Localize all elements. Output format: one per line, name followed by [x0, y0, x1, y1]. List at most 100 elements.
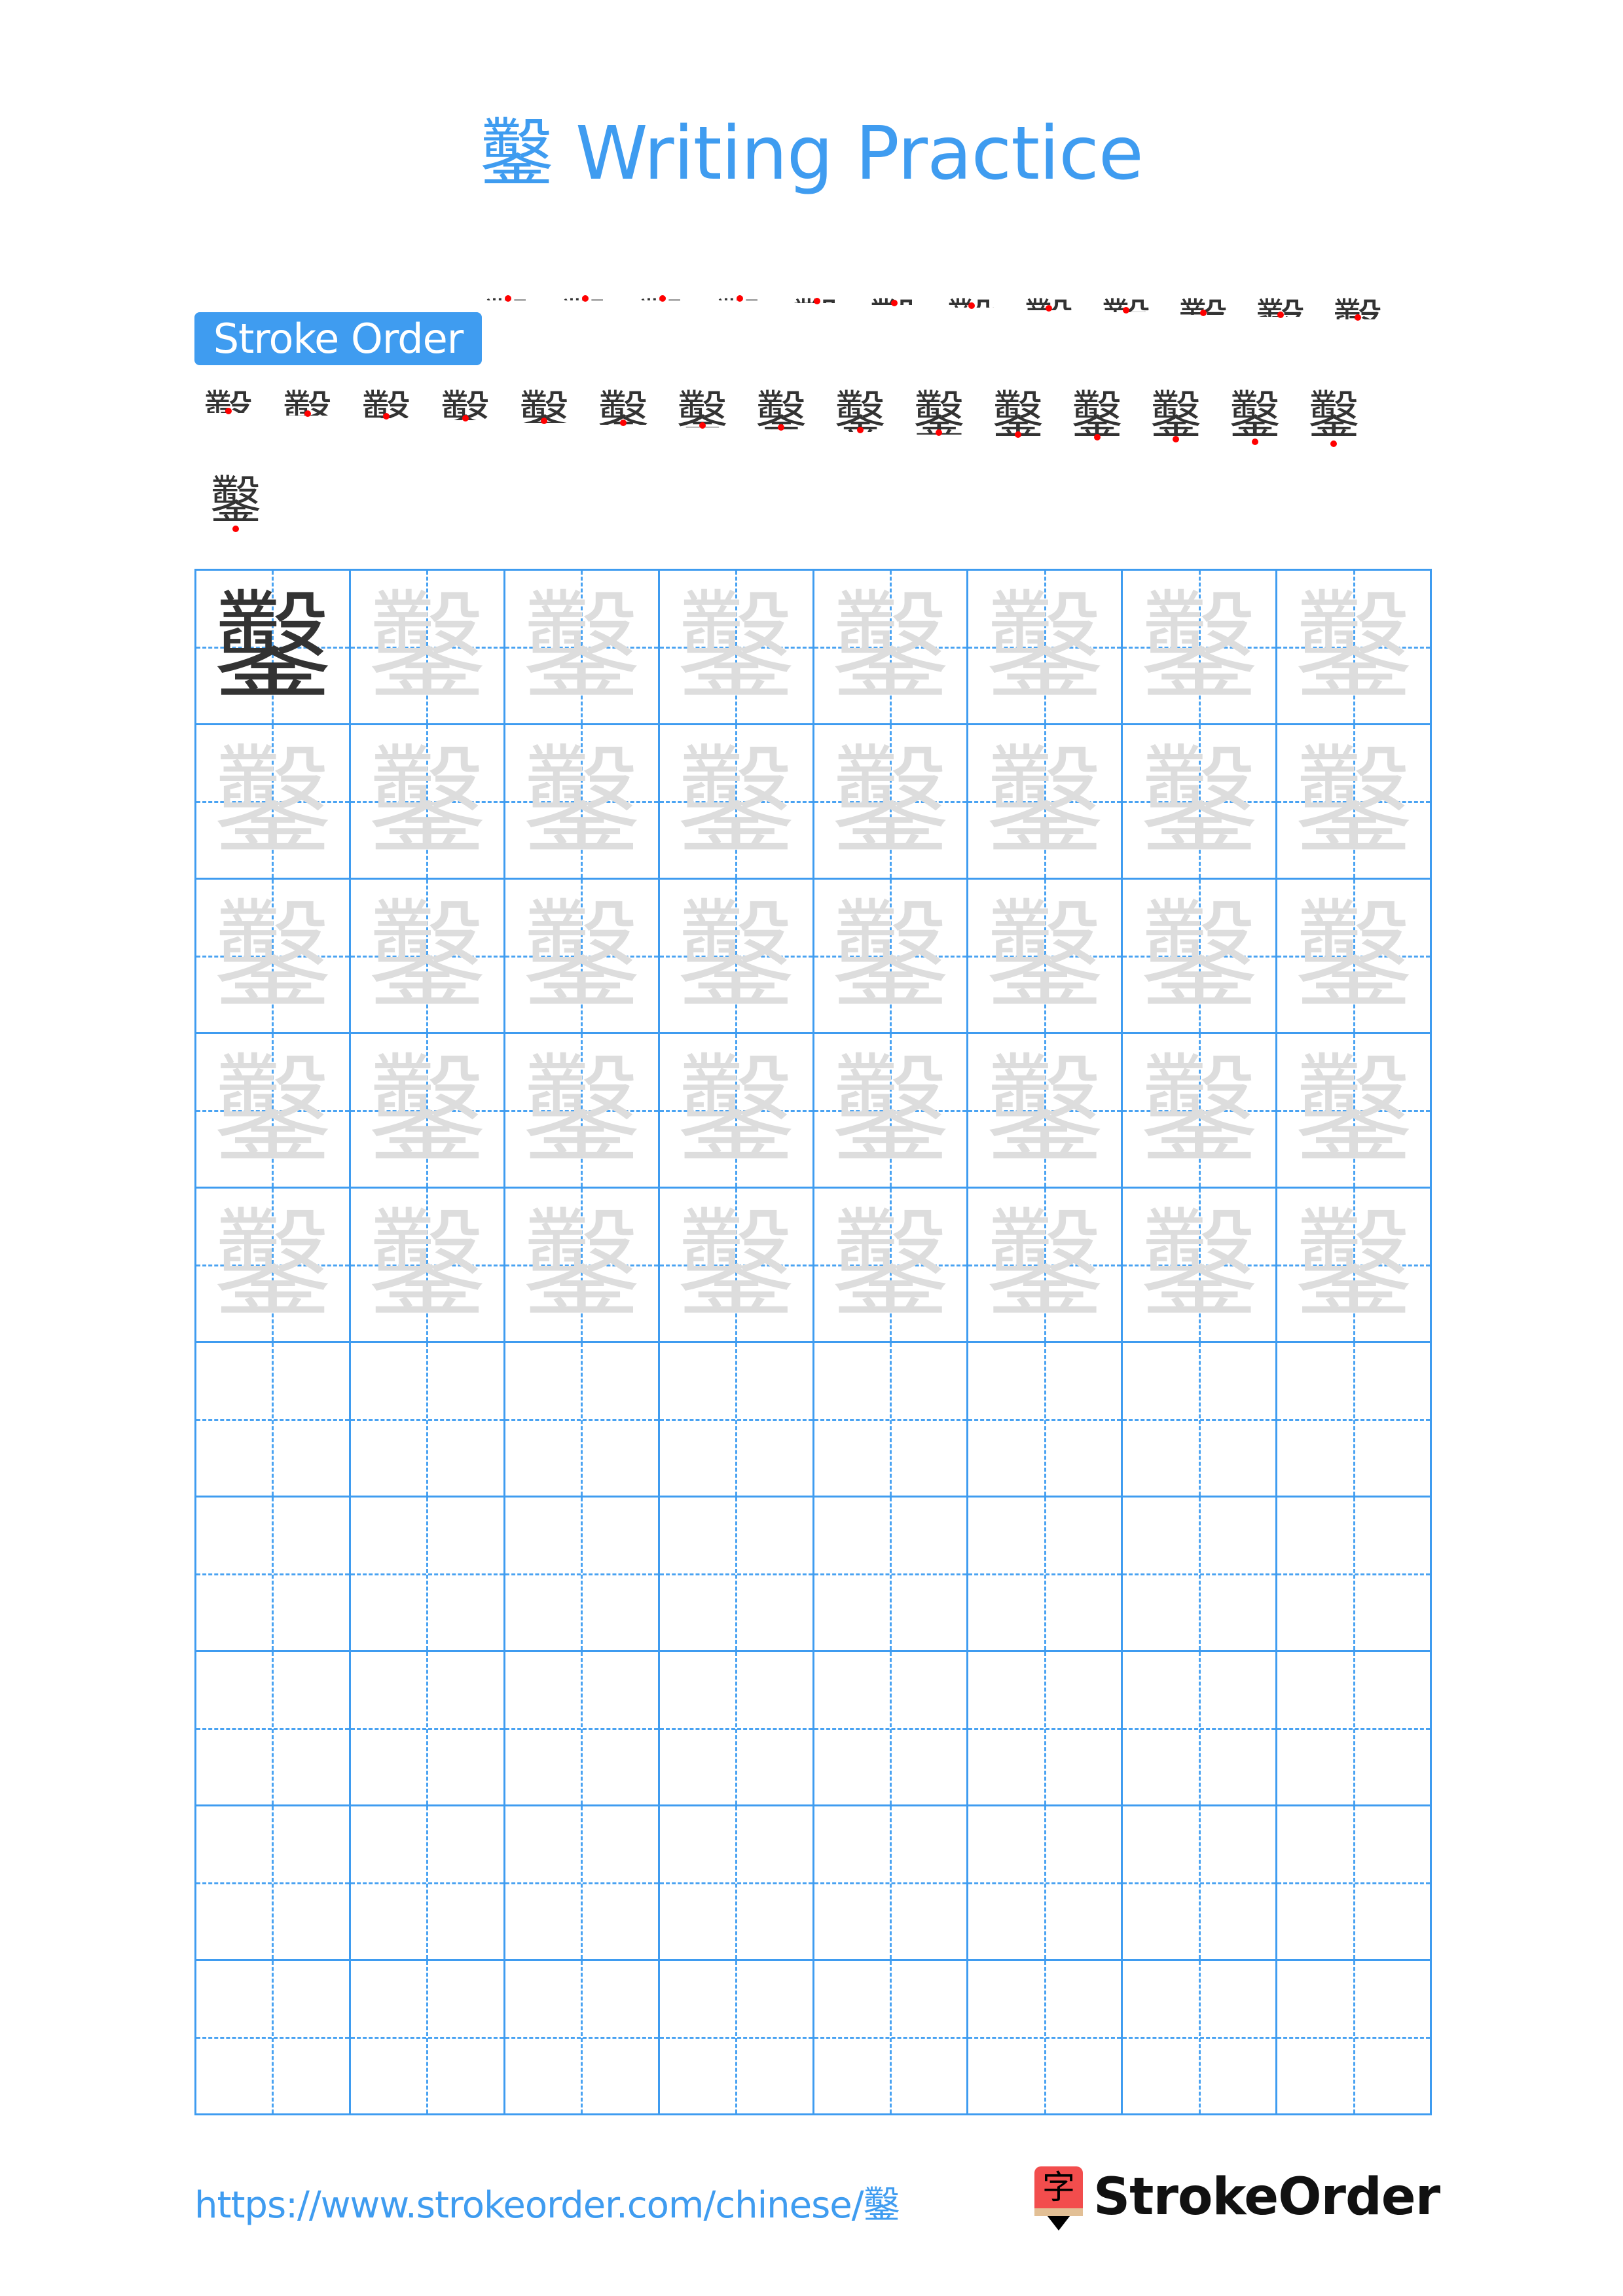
practice-cell[interactable]: 鑿	[657, 878, 814, 1034]
practice-cell[interactable]: 鑿	[348, 569, 505, 725]
practice-cell[interactable]	[1275, 1959, 1432, 2115]
practice-cell[interactable]: 鑿	[503, 723, 660, 880]
practice-cell[interactable]: 鑿	[966, 878, 1123, 1034]
practice-cell[interactable]	[194, 1341, 351, 1498]
practice-cell[interactable]: 鑿	[966, 1032, 1123, 1189]
guide-line-horizontal	[505, 2036, 658, 2039]
practice-cell[interactable]	[348, 1650, 505, 1806]
practice-cell[interactable]	[812, 1959, 969, 2115]
practice-cell[interactable]	[503, 1496, 660, 1652]
practice-cell[interactable]: 鑿	[503, 1187, 660, 1343]
practice-cell[interactable]	[194, 1496, 351, 1652]
practice-cell[interactable]: 鑿	[503, 1032, 660, 1189]
practice-cell[interactable]	[657, 1804, 814, 1961]
practice-cell[interactable]	[657, 1959, 814, 2115]
practice-cell[interactable]: 鑿	[1121, 569, 1278, 725]
practice-cell[interactable]: 鑿	[194, 723, 351, 880]
practice-cell[interactable]	[966, 1804, 1123, 1961]
practice-cell[interactable]	[348, 1804, 505, 1961]
practice-cell[interactable]: 鑿	[348, 1187, 505, 1343]
practice-cell[interactable]: 鑿	[348, 723, 505, 880]
practice-cell[interactable]: 鑿	[194, 1187, 351, 1343]
practice-cell[interactable]: 鑿	[1275, 878, 1432, 1034]
practice-cell[interactable]	[657, 1496, 814, 1652]
practice-cell[interactable]: 鑿	[966, 723, 1123, 880]
practice-cell[interactable]: 鑿	[657, 1032, 814, 1189]
practice-cell[interactable]	[503, 1959, 660, 2115]
practice-cell[interactable]	[1121, 1341, 1278, 1498]
stroke-progress-glyph: 鑿	[676, 386, 728, 427]
footer-url-link[interactable]: https://www.strokeorder.com/chinese/鑿	[194, 2179, 900, 2232]
guide-line-horizontal	[1277, 1882, 1430, 1884]
practice-cell[interactable]	[503, 1650, 660, 1806]
practice-cell[interactable]: 鑿	[966, 1187, 1123, 1343]
practice-cell[interactable]: 鑿	[657, 1187, 814, 1343]
practice-cell[interactable]: 鑿	[812, 723, 969, 880]
trace-character: 鑿	[831, 734, 949, 870]
current-stroke-marker	[225, 408, 232, 414]
practice-cell[interactable]	[348, 1496, 505, 1652]
guide-line-horizontal	[196, 1882, 349, 1884]
practice-cell[interactable]	[966, 1341, 1123, 1498]
practice-cell[interactable]	[966, 1959, 1123, 2115]
practice-cell[interactable]: 鑿	[503, 569, 660, 725]
practice-cell[interactable]	[657, 1341, 814, 1498]
practice-cell[interactable]	[1121, 1804, 1278, 1961]
practice-cell[interactable]: 鑿	[812, 1187, 969, 1343]
practice-cell[interactable]	[1121, 1650, 1278, 1806]
practice-cell[interactable]: 鑿	[1275, 1032, 1432, 1189]
practice-cell[interactable]: 鑿	[812, 1032, 969, 1189]
stroke-progress-glyph: 鑿	[834, 386, 886, 432]
practice-cell[interactable]: 鑿	[657, 723, 814, 880]
practice-cell[interactable]	[1275, 1804, 1432, 1961]
guide-line-horizontal	[814, 1727, 967, 1730]
practice-cell[interactable]: 鑿	[348, 878, 505, 1034]
practice-cell[interactable]	[966, 1496, 1123, 1652]
practice-cell[interactable]: 鑿	[1121, 878, 1278, 1034]
practice-cell[interactable]: 鑿	[966, 569, 1123, 725]
practice-cell[interactable]	[1275, 1496, 1432, 1652]
practice-cell[interactable]	[812, 1650, 969, 1806]
trace-character: 鑿	[1140, 1197, 1258, 1334]
practice-cell[interactable]: 鑿	[194, 878, 351, 1034]
practice-cell[interactable]: 鑿	[812, 569, 969, 725]
practice-cell[interactable]	[503, 1341, 660, 1498]
practice-cell[interactable]	[194, 1959, 351, 2115]
practice-cell[interactable]: 鑿	[348, 1032, 505, 1189]
guide-line-horizontal	[659, 1882, 812, 1884]
guide-line-horizontal	[814, 1418, 967, 1421]
practice-cell[interactable]	[1275, 1650, 1432, 1806]
trace-character: 鑿	[1140, 888, 1258, 1025]
practice-cell[interactable]: 鑿	[1121, 1187, 1278, 1343]
practice-cell[interactable]: 鑿	[194, 569, 351, 725]
stroke-step-12: 鑿	[1325, 291, 1391, 357]
guide-line-horizontal	[968, 1727, 1122, 1730]
practice-cell[interactable]	[812, 1496, 969, 1652]
stroke-step-21: 鑿	[828, 383, 893, 448]
trace-character: 鑿	[831, 1043, 949, 1179]
practice-cell[interactable]: 鑿	[1275, 569, 1432, 725]
practice-grid: 鑿鑿鑿鑿鑿鑿鑿鑿鑿鑿鑿鑿鑿鑿鑿鑿鑿鑿鑿鑿鑿鑿鑿鑿鑿鑿鑿鑿鑿鑿鑿鑿鑿鑿鑿鑿鑿鑿鑿鑿	[194, 569, 1432, 2115]
practice-cell[interactable]: 鑿	[1121, 723, 1278, 880]
practice-cell[interactable]: 鑿	[1275, 1187, 1432, 1343]
practice-cell[interactable]	[657, 1650, 814, 1806]
practice-cell[interactable]	[812, 1341, 969, 1498]
practice-cell[interactable]	[812, 1804, 969, 1961]
practice-cell[interactable]: 鑿	[1121, 1032, 1278, 1189]
practice-cell[interactable]	[348, 1959, 505, 2115]
practice-cell[interactable]: 鑿	[1275, 723, 1432, 880]
practice-cell[interactable]	[1121, 1496, 1278, 1652]
trace-character: 鑿	[677, 1197, 795, 1334]
practice-cell[interactable]	[194, 1804, 351, 1961]
practice-cell[interactable]: 鑿	[194, 1032, 351, 1189]
practice-cell[interactable]: 鑿	[657, 569, 814, 725]
practice-cell[interactable]	[1121, 1959, 1278, 2115]
practice-cell[interactable]: 鑿	[812, 878, 969, 1034]
practice-cell[interactable]	[348, 1341, 505, 1498]
practice-cell[interactable]	[503, 1804, 660, 1961]
practice-cell[interactable]	[966, 1650, 1123, 1806]
practice-cell[interactable]	[1275, 1341, 1432, 1498]
practice-cell[interactable]	[194, 1650, 351, 1806]
practice-cell[interactable]: 鑿	[503, 878, 660, 1034]
current-stroke-marker	[891, 300, 898, 306]
